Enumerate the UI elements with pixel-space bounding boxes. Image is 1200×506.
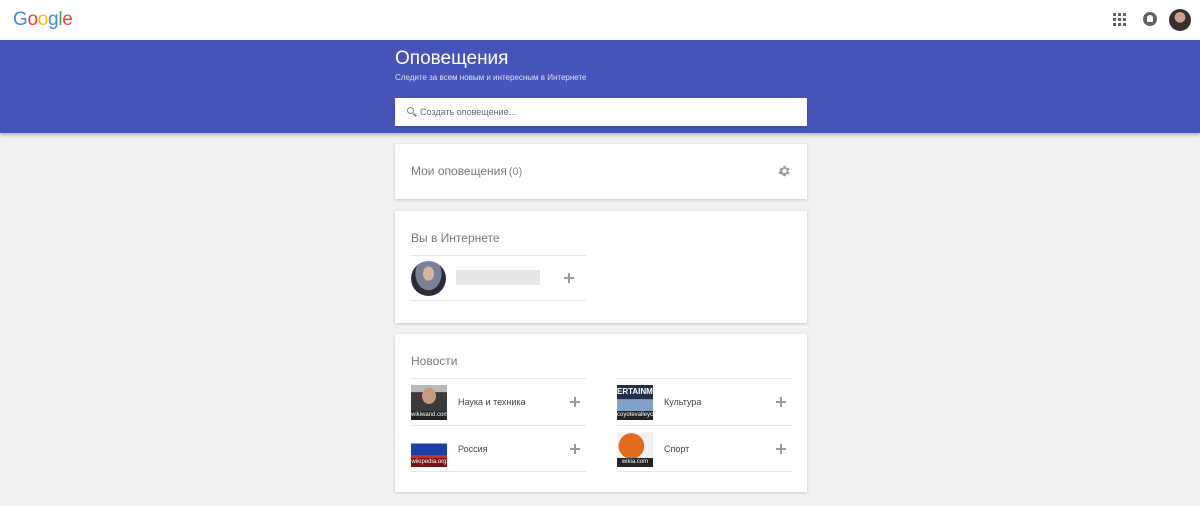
logo-letter: g (48, 9, 59, 30)
logo-letter: o (37, 9, 49, 30)
my-alerts-card: Мои оповещения (0) (395, 144, 807, 199)
news-thumbnail: ERTAINM coyotevalleyca (617, 385, 653, 420)
add-web-alert-plus-icon[interactable] (564, 273, 574, 283)
add-news-plus-icon[interactable] (776, 444, 786, 454)
add-news-plus-icon[interactable] (570, 444, 580, 454)
web-presence-card: Вы в Интернете (395, 211, 807, 323)
my-alerts-title: Мои оповещения (0) (411, 164, 522, 178)
google-logo[interactable]: Google (13, 9, 73, 31)
account-avatar[interactable] (1169, 9, 1191, 31)
gear-icon[interactable] (777, 164, 791, 178)
logo-letter: G (13, 9, 28, 30)
profile-avatar (411, 261, 446, 296)
logo-letter: e (62, 9, 73, 30)
news-item-russia[interactable]: wikipedia.org Россия (411, 425, 586, 472)
thumbnail-source: wikia.com (617, 458, 653, 467)
web-presence-row (411, 255, 586, 301)
thumbnail-source: coyotevalleyca (617, 411, 653, 420)
logo-letter: o (27, 9, 38, 30)
web-presence-title: Вы в Интернете (411, 231, 500, 245)
news-item-label: Наука и техника (458, 397, 526, 407)
news-item-culture[interactable]: ERTAINM coyotevalleyca Культура (617, 378, 792, 425)
profile-name-redacted (456, 270, 540, 285)
top-bar: Google (0, 0, 1200, 40)
alerts-banner: Оповещения Следите за всем новым и интер… (0, 40, 1200, 133)
page-subtitle: Следите за всем новым и интересным в Инт… (395, 73, 587, 82)
news-item-label: Россия (458, 444, 488, 454)
news-thumbnail: wikia.com (617, 432, 653, 467)
news-item-label: Спорт (664, 444, 690, 454)
my-alerts-count: (0) (508, 166, 523, 178)
create-alert-input[interactable] (420, 98, 800, 126)
add-news-plus-icon[interactable] (570, 397, 580, 407)
news-thumbnail: wikipedia.org (411, 432, 447, 467)
apps-grid-icon[interactable] (1113, 13, 1127, 27)
news-card: Новости wikiwand.com Наука и техника ERT… (395, 334, 807, 492)
news-item-science-tech[interactable]: wikiwand.com Наука и техника (411, 378, 586, 425)
page-title: Оповещения (395, 48, 509, 69)
create-alert-box[interactable] (395, 98, 807, 126)
my-alerts-label: Мои оповещения (411, 164, 507, 178)
thumbnail-source: wikiwand.com (411, 411, 447, 420)
news-item-sport[interactable]: wikia.com Спорт (617, 425, 792, 472)
thumbnail-source: wikipedia.org (411, 458, 447, 467)
thumbnail-text: ERTAINM (617, 387, 653, 396)
news-thumbnail: wikiwand.com (411, 385, 447, 420)
notifications-icon[interactable] (1143, 12, 1157, 26)
news-title: Новости (411, 354, 458, 368)
news-item-label: Культура (664, 397, 702, 407)
search-icon (407, 107, 414, 114)
add-news-plus-icon[interactable] (776, 397, 786, 407)
